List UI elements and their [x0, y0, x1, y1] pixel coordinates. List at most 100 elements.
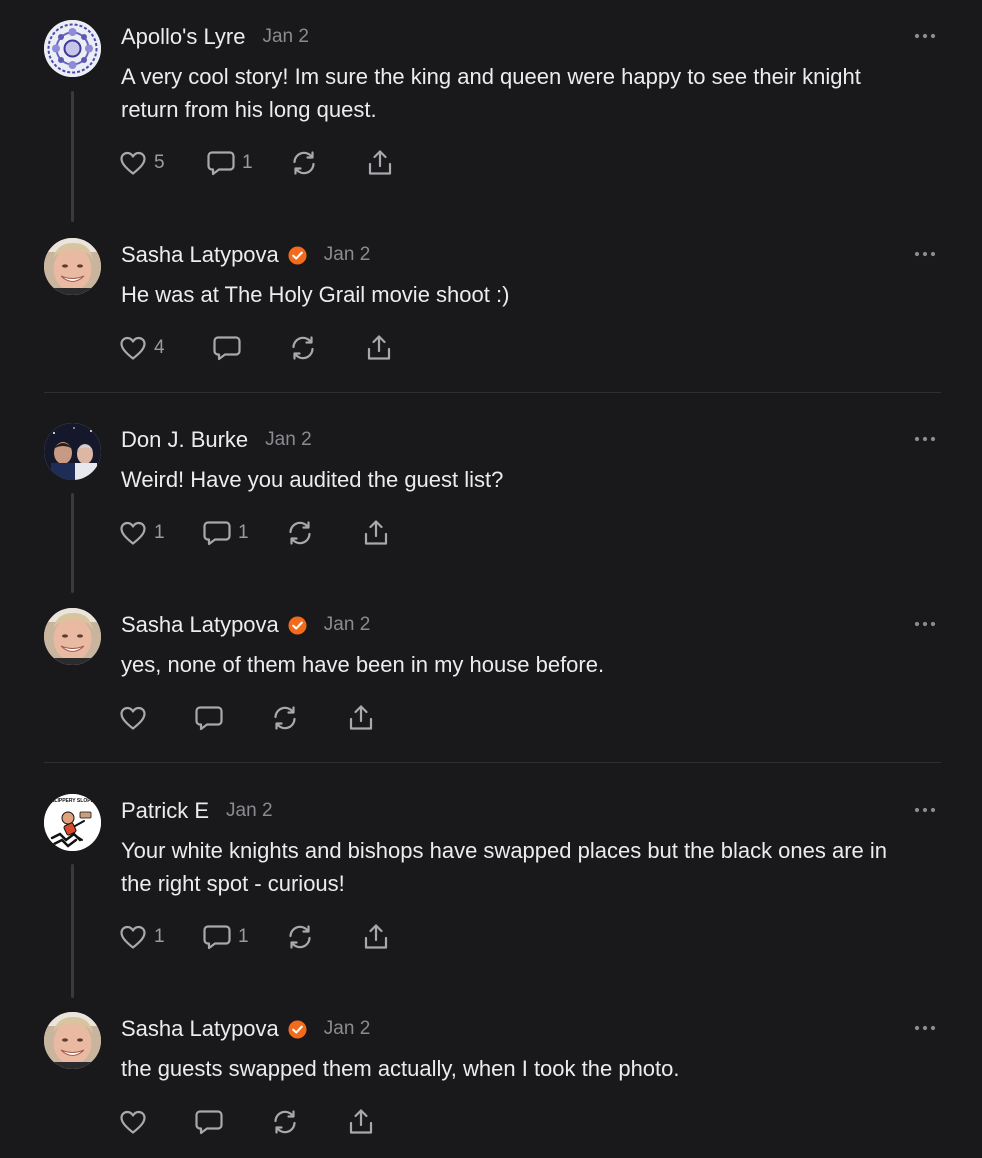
- like-button[interactable]: 1: [118, 518, 176, 548]
- comment-date[interactable]: Jan 2: [226, 800, 272, 822]
- more-options-button[interactable]: [912, 24, 938, 48]
- avatar[interactable]: [44, 20, 101, 77]
- smiling-woman-avatar-image: [44, 1012, 101, 1069]
- like-button[interactable]: [118, 1107, 148, 1137]
- author-name[interactable]: Don J. Burke: [121, 427, 248, 453]
- author-name[interactable]: Sasha Latypova: [121, 242, 279, 268]
- heart-icon: [120, 336, 146, 360]
- comment-actions: 5 1: [118, 146, 395, 180]
- like-button[interactable]: 5: [118, 148, 176, 178]
- comment-actions: 4: [118, 331, 394, 365]
- avatar[interactable]: SLIPPERY SLOPE: [44, 794, 101, 851]
- share-button[interactable]: [365, 148, 395, 178]
- like-button[interactable]: 1: [118, 922, 176, 952]
- restack-button[interactable]: [288, 333, 318, 363]
- mandala-pattern-avatar-image: [44, 20, 101, 77]
- ellipsis-icon: [914, 1025, 936, 1031]
- heart-icon: [120, 521, 146, 545]
- speech-bubble-icon: [207, 151, 235, 176]
- like-count: 4: [154, 337, 165, 358]
- restack-icon: [289, 521, 311, 545]
- heart-icon: [120, 151, 146, 175]
- reply-button[interactable]: 1: [206, 148, 258, 178]
- avatar[interactable]: [44, 423, 101, 480]
- like-button[interactable]: 4: [118, 333, 176, 363]
- verified-check-icon: [287, 1019, 307, 1039]
- thread-line: [71, 91, 74, 222]
- share-icon: [368, 150, 392, 175]
- thread-line: [71, 493, 74, 593]
- share-button[interactable]: [361, 518, 391, 548]
- reply-count: 1: [238, 926, 249, 947]
- restack-icon: [274, 1110, 296, 1134]
- ellipsis-icon: [914, 621, 936, 627]
- smiling-woman-avatar-image: [44, 238, 101, 295]
- comment-header: Apollo's Lyre Jan 2: [121, 22, 309, 52]
- reply-button[interactable]: [194, 703, 224, 733]
- author-name[interactable]: Sasha Latypova: [121, 1016, 279, 1042]
- comment-body: He was at The Holy Grail movie shoot :): [121, 282, 510, 307]
- avatar[interactable]: [44, 1012, 101, 1069]
- avatar[interactable]: [44, 608, 101, 665]
- comment-actions: [118, 1105, 376, 1139]
- share-button[interactable]: [361, 922, 391, 952]
- like-count: 1: [154, 926, 165, 947]
- restack-icon: [293, 151, 315, 175]
- restack-button[interactable]: [270, 703, 300, 733]
- restack-icon: [292, 336, 314, 360]
- reply-count: 1: [242, 152, 253, 173]
- share-icon: [367, 335, 391, 360]
- verified-check-icon: [287, 615, 307, 635]
- smiling-woman-avatar-image: [44, 608, 101, 665]
- heart-icon: [120, 1110, 146, 1134]
- heart-icon: [120, 706, 146, 730]
- more-options-button[interactable]: [912, 612, 938, 636]
- comment-date[interactable]: Jan 2: [265, 429, 311, 451]
- reply-button[interactable]: 1: [202, 922, 254, 952]
- reply-button[interactable]: 1: [202, 518, 254, 548]
- share-button[interactable]: [346, 1107, 376, 1137]
- share-button[interactable]: [364, 333, 394, 363]
- two-people-photo-avatar-image: [44, 423, 101, 480]
- more-options-button[interactable]: [912, 798, 938, 822]
- restack-button[interactable]: [285, 922, 315, 952]
- speech-bubble-icon: [213, 336, 241, 361]
- ellipsis-icon: [914, 436, 936, 442]
- divider: [44, 762, 941, 763]
- restack-icon: [289, 925, 311, 949]
- like-count: 1: [154, 522, 165, 543]
- comment-header: Sasha Latypova Jan 2: [121, 240, 370, 270]
- comment-header: Don J. Burke Jan 2: [121, 425, 312, 455]
- restack-button[interactable]: [270, 1107, 300, 1137]
- comment-header: Patrick E Jan 2: [121, 796, 273, 826]
- reply-count: 1: [238, 522, 249, 543]
- comment-date[interactable]: Jan 2: [324, 614, 370, 636]
- avatar[interactable]: [44, 238, 101, 295]
- like-button[interactable]: [118, 703, 148, 733]
- restack-button[interactable]: [289, 148, 319, 178]
- like-count: 5: [154, 152, 165, 173]
- heart-icon: [120, 925, 146, 949]
- author-name[interactable]: Patrick E: [121, 798, 209, 824]
- restack-icon: [274, 706, 296, 730]
- reply-button[interactable]: [212, 333, 242, 363]
- comment-date[interactable]: Jan 2: [262, 26, 308, 48]
- author-name[interactable]: Apollo's Lyre: [121, 24, 245, 50]
- more-options-button[interactable]: [912, 242, 938, 266]
- comment-date[interactable]: Jan 2: [324, 1018, 370, 1040]
- more-options-button[interactable]: [912, 427, 938, 451]
- thread-line: [71, 864, 74, 998]
- reply-button[interactable]: [194, 1107, 224, 1137]
- restack-button[interactable]: [285, 518, 315, 548]
- share-icon: [349, 1109, 373, 1134]
- author-name[interactable]: Sasha Latypova: [121, 612, 279, 638]
- speech-bubble-icon: [203, 521, 231, 546]
- share-button[interactable]: [346, 703, 376, 733]
- more-options-button[interactable]: [912, 1016, 938, 1040]
- comment-date[interactable]: Jan 2: [324, 244, 370, 266]
- ellipsis-icon: [914, 33, 936, 39]
- divider: [44, 392, 941, 393]
- speech-bubble-icon: [203, 925, 231, 950]
- ellipsis-icon: [914, 807, 936, 813]
- avatar-caption: SLIPPERY SLOPE: [51, 798, 94, 804]
